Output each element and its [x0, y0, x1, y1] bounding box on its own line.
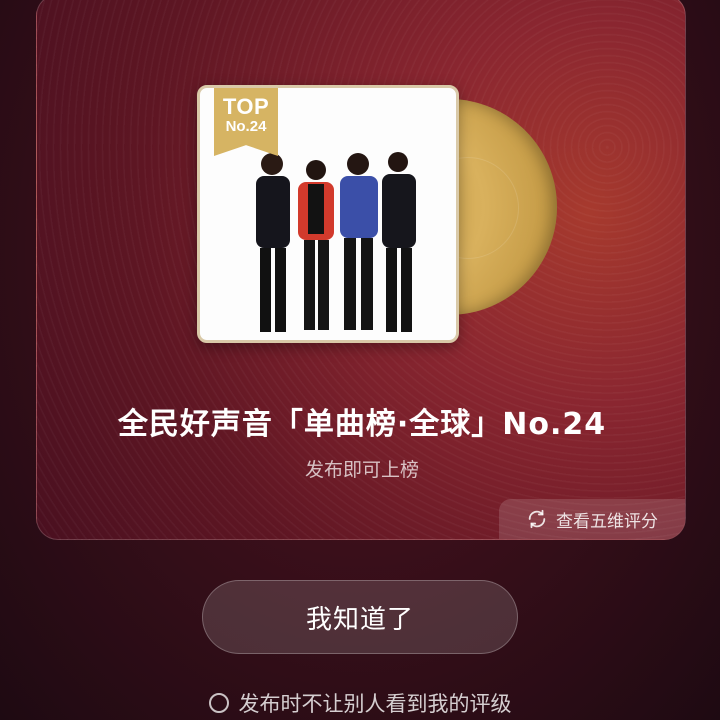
chart-subtitle: 发布即可上榜 [304, 459, 419, 481]
badge-top-text: TOP [222, 94, 270, 119]
view-five-dimension-button[interactable]: 查看五维评分 [499, 499, 685, 539]
refresh-icon [528, 509, 546, 529]
radio-button[interactable] [208, 693, 229, 713]
view-five-dimension-label: 查看五维评分 [556, 511, 658, 532]
rank-card: TOP No.24 全民好声音「单曲榜·全球」No.24 发布即可上榜 查看五维… [36, 0, 686, 540]
privacy-option[interactable]: 发布时不让别人看到我的评级 [0, 688, 720, 718]
got-it-button[interactable]: 我知道了 [202, 580, 518, 654]
band-photo [256, 152, 416, 332]
album-cover: TOP No.24 [197, 85, 459, 343]
badge-rank-text: No.24 [225, 118, 267, 135]
privacy-option-label: 发布时不让别人看到我的评级 [238, 692, 512, 716]
chart-title: 全民好声音「单曲榜·全球」No.24 [117, 407, 607, 442]
